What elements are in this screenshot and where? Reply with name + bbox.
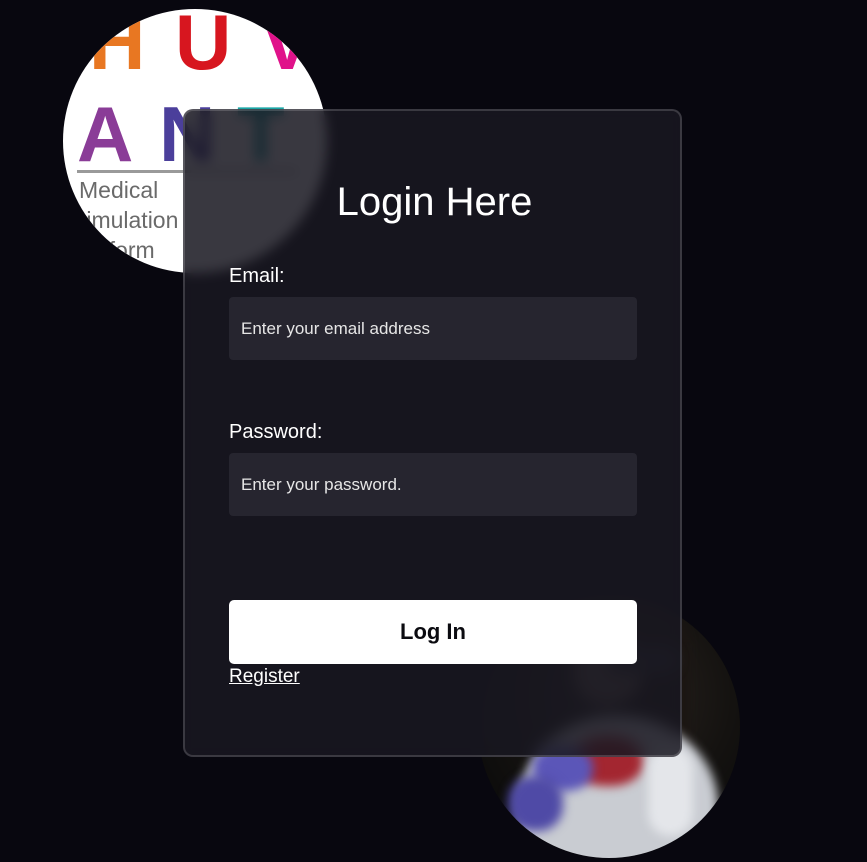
logo-letter: H [89,9,146,86]
logo-letter: U [175,9,232,86]
logo-letter: A [77,90,134,178]
register-link[interactable]: Register [229,666,300,688]
logo-letter: V [261,9,314,86]
email-label: Email: [229,265,285,287]
logo-subtitle-line: Simulation [71,207,179,233]
login-button[interactable]: Log In [229,600,637,664]
login-card: Login Here Email: Password: Log In Regis… [183,109,682,757]
password-field[interactable] [229,453,637,516]
logo-subtitle-line: Medical [79,177,159,203]
page-title: Login Here [336,180,533,224]
email-field[interactable] [229,297,637,360]
logo-subtitle-line: Platform [69,237,155,263]
password-label: Password: [229,421,323,443]
login-page: H U V A N T Medical Simulation Platform … [0,0,867,862]
